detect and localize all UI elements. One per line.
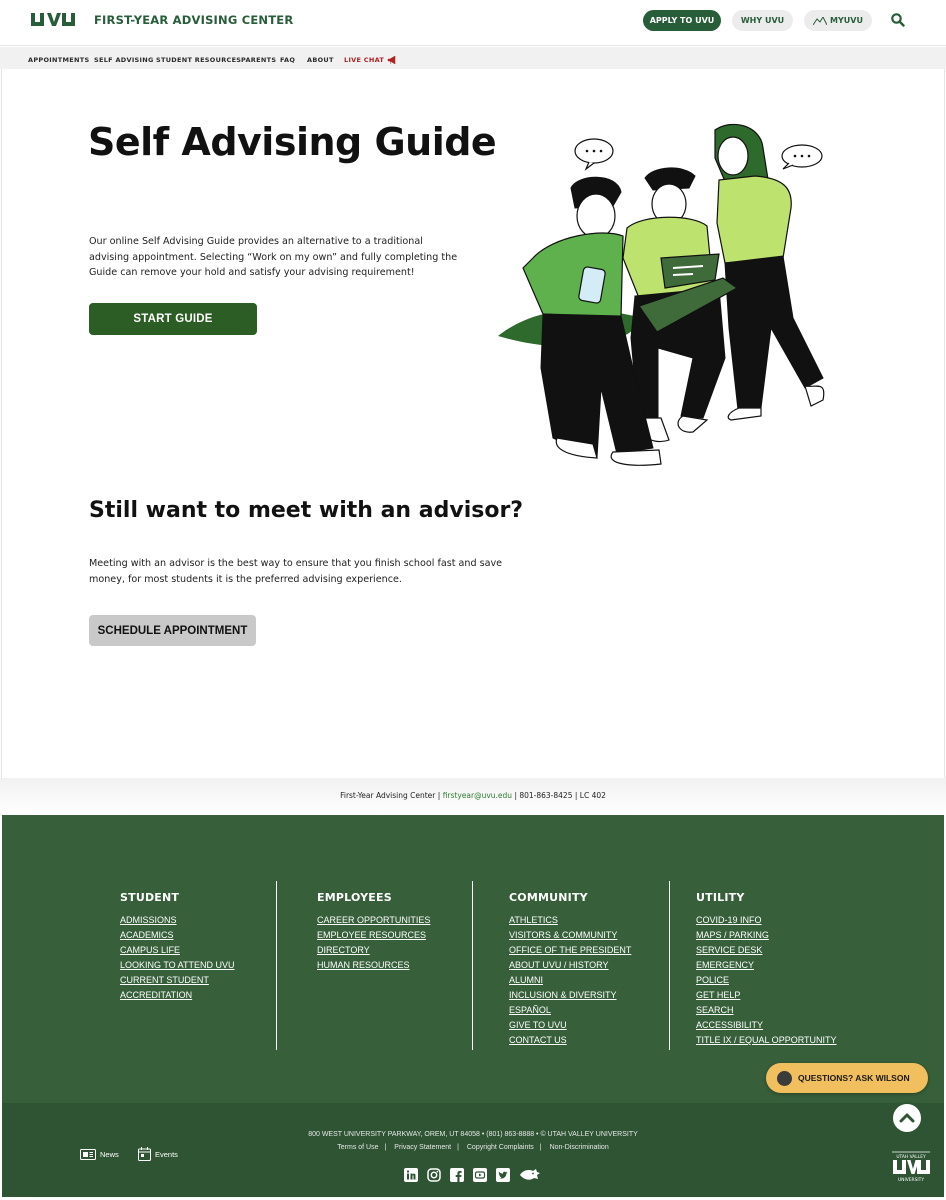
footer-link[interactable]: CONTACT US	[509, 1033, 631, 1048]
nav-about[interactable]: ABOUT	[307, 56, 334, 64]
contact-phone-location: | 801-863-8425 | LC 402	[514, 791, 606, 800]
contact-strip: First-Year Advising Center | firstyear@u…	[0, 778, 946, 815]
non-discrimination-link[interactable]: Non-Discrimination	[550, 1144, 609, 1151]
advisor-description: Meeting with an advisor is the best way …	[89, 558, 503, 585]
footer-link[interactable]: HUMAN RESOURCES	[317, 958, 430, 973]
footer-column-employees: EMPLOYEES CAREER OPPORTUNITIES EMPLOYEE …	[317, 881, 430, 973]
apply-button[interactable]: APPLY TO UVU	[643, 10, 721, 31]
megaphone-icon	[387, 56, 396, 64]
footer-link[interactable]: ACCREDITATION	[120, 988, 235, 1003]
footer-link[interactable]: GET HELP	[696, 988, 837, 1003]
footer-heading: STUDENT	[120, 891, 180, 904]
footer-link[interactable]: OFFICE OF THE PRESIDENT	[509, 943, 631, 958]
events-label: Events	[155, 1149, 178, 1159]
twitter-icon[interactable]	[496, 1168, 510, 1182]
nav-appointments[interactable]: APPOINTMENTS	[28, 56, 89, 64]
why-uvu-button[interactable]: WHY UVU	[732, 10, 793, 31]
schedule-appointment-button[interactable]: SCHEDULE APPOINTMENT	[89, 615, 256, 646]
footer-link[interactable]: EMERGENCY	[696, 958, 837, 973]
footer-link[interactable]: ABOUT UVU / HISTORY	[509, 958, 631, 973]
ask-wilson-button[interactable]: QUESTIONS? ASK WILSON	[766, 1063, 928, 1093]
footer-link[interactable]: EMPLOYEE RESOURCES	[317, 928, 430, 943]
terms-link[interactable]: Terms of Use	[337, 1144, 378, 1151]
footer-bottom: 800 WEST UNIVERSITY PARKWAY, OREM, UT 84…	[2, 1103, 944, 1197]
linkedin-icon[interactable]	[404, 1168, 418, 1182]
contact-email-link[interactable]: firstyear@uvu.edu	[443, 791, 512, 800]
footer-link[interactable]: ESPAÑOL	[509, 1003, 631, 1018]
footer-divider	[669, 881, 670, 1050]
search-icon[interactable]	[890, 12, 906, 28]
advisor-section-title: Still want to meet with an advisor?	[89, 498, 524, 523]
nav-live-chat[interactable]: LIVE CHAT	[344, 56, 397, 64]
page-title: Self Advising Guide	[88, 120, 497, 164]
svg-text:UNIVERSITY: UNIVERSITY	[898, 1177, 924, 1183]
live-chat-label: LIVE CHAT	[344, 56, 385, 64]
nav-parents[interactable]: PARENTS	[241, 56, 276, 64]
footer-link[interactable]: TITLE IX / EQUAL OPPORTUNITY	[696, 1033, 837, 1048]
footer-link[interactable]: DIRECTORY	[317, 943, 430, 958]
start-guide-button[interactable]: START GUIDE	[89, 303, 257, 335]
site-name[interactable]: FIRST-YEAR ADVISING CENTER	[94, 13, 293, 27]
newspaper-icon	[80, 1149, 96, 1160]
footer-link[interactable]: GIVE TO UVU	[509, 1018, 631, 1033]
events-link[interactable]: Events	[138, 1147, 178, 1161]
uvu-logo[interactable]	[30, 11, 76, 29]
nav-self-advising[interactable]: SELF ADVISING	[94, 56, 154, 64]
footer-link[interactable]: SEARCH	[696, 1003, 837, 1018]
footer-link[interactable]: ADMISSIONS	[120, 913, 235, 928]
footer-link[interactable]: ACCESSIBILITY	[696, 1018, 837, 1033]
footer-link[interactable]: LOOKING TO ATTEND UVU	[120, 958, 235, 973]
hero-description: Our online Self Advising Guide provides …	[89, 236, 458, 278]
footer-divider	[472, 881, 473, 1050]
footer-heading: UTILITY	[696, 891, 745, 904]
footer-link[interactable]: INCLUSION & DIVERSITY	[509, 988, 631, 1003]
contact-info: First-Year Advising Center | firstyear@u…	[0, 791, 946, 800]
contact-name: First-Year Advising Center |	[340, 791, 441, 800]
footer-heading: COMMUNITY	[509, 891, 588, 904]
back-to-top-button[interactable]	[891, 1102, 923, 1134]
news-link[interactable]: News	[80, 1149, 119, 1160]
sub-navigation: APPOINTMENTS SELF ADVISING STUDENT RESOU…	[0, 47, 946, 69]
ask-wilson-label: QUESTIONS? ASK WILSON	[798, 1073, 910, 1083]
mountain-icon	[813, 16, 828, 25]
nav-faq[interactable]: FAQ	[280, 56, 295, 64]
nav-student-resources[interactable]: STUDENT RESOURCES	[156, 56, 241, 64]
myuvu-button[interactable]: MYUVU	[804, 10, 872, 31]
footer-link[interactable]: ACADEMICS	[120, 928, 235, 943]
footer-link[interactable]: ALUMNI	[509, 973, 631, 988]
footer-link[interactable]: MAPS / PARKING	[696, 928, 837, 943]
social-links	[404, 1168, 541, 1182]
footer-address: 800 WEST UNIVERSITY PARKWAY, OREM, UT 84…	[308, 1131, 638, 1138]
footer: STUDENT ADMISSIONS ACADEMICS CAMPUS LIFE…	[2, 815, 944, 1103]
calendar-icon	[138, 1147, 151, 1161]
wolverine-icon[interactable]	[519, 1168, 541, 1182]
footer-link[interactable]: SERVICE DESK	[696, 943, 837, 958]
footer-column-utility: UTILITY COVID-19 INFO MAPS / PARKING SER…	[696, 881, 837, 1048]
footer-link[interactable]: ATHLETICS	[509, 913, 631, 928]
uvu-footer-logo[interactable]: UTAH VALLEY UNIVERSITY	[890, 1148, 932, 1184]
footer-link[interactable]: CAREER OPPORTUNITIES	[317, 913, 430, 928]
youtube-icon[interactable]	[473, 1168, 487, 1182]
footer-divider	[276, 881, 277, 1050]
footer-link[interactable]: COVID-19 INFO	[696, 913, 837, 928]
chevron-up-icon	[899, 1113, 915, 1123]
top-header: FIRST-YEAR ADVISING CENTER APPLY TO UVU …	[0, 0, 946, 46]
myuvu-label: MYUVU	[830, 16, 863, 25]
footer-heading: EMPLOYEES	[317, 891, 392, 904]
copyright-link[interactable]: Copyright Complaints	[467, 1144, 534, 1151]
footer-link[interactable]: CURRENT STUDENT	[120, 973, 235, 988]
instagram-icon[interactable]	[427, 1168, 441, 1182]
news-label: News	[100, 1150, 119, 1159]
footer-link[interactable]: CAMPUS LIFE	[120, 943, 235, 958]
facebook-icon[interactable]	[450, 1168, 464, 1182]
wilson-avatar-icon	[777, 1070, 792, 1086]
svg-text:UTAH VALLEY: UTAH VALLEY	[896, 1154, 926, 1160]
students-illustration	[498, 123, 825, 466]
footer-link[interactable]: POLICE	[696, 973, 837, 988]
privacy-link[interactable]: Privacy Statement	[394, 1144, 451, 1151]
footer-column-community: COMMUNITY ATHLETICS VISITORS & COMMUNITY…	[509, 881, 631, 1048]
footer-column-student: STUDENT ADMISSIONS ACADEMICS CAMPUS LIFE…	[120, 881, 235, 1003]
footer-link[interactable]: VISITORS & COMMUNITY	[509, 928, 631, 943]
